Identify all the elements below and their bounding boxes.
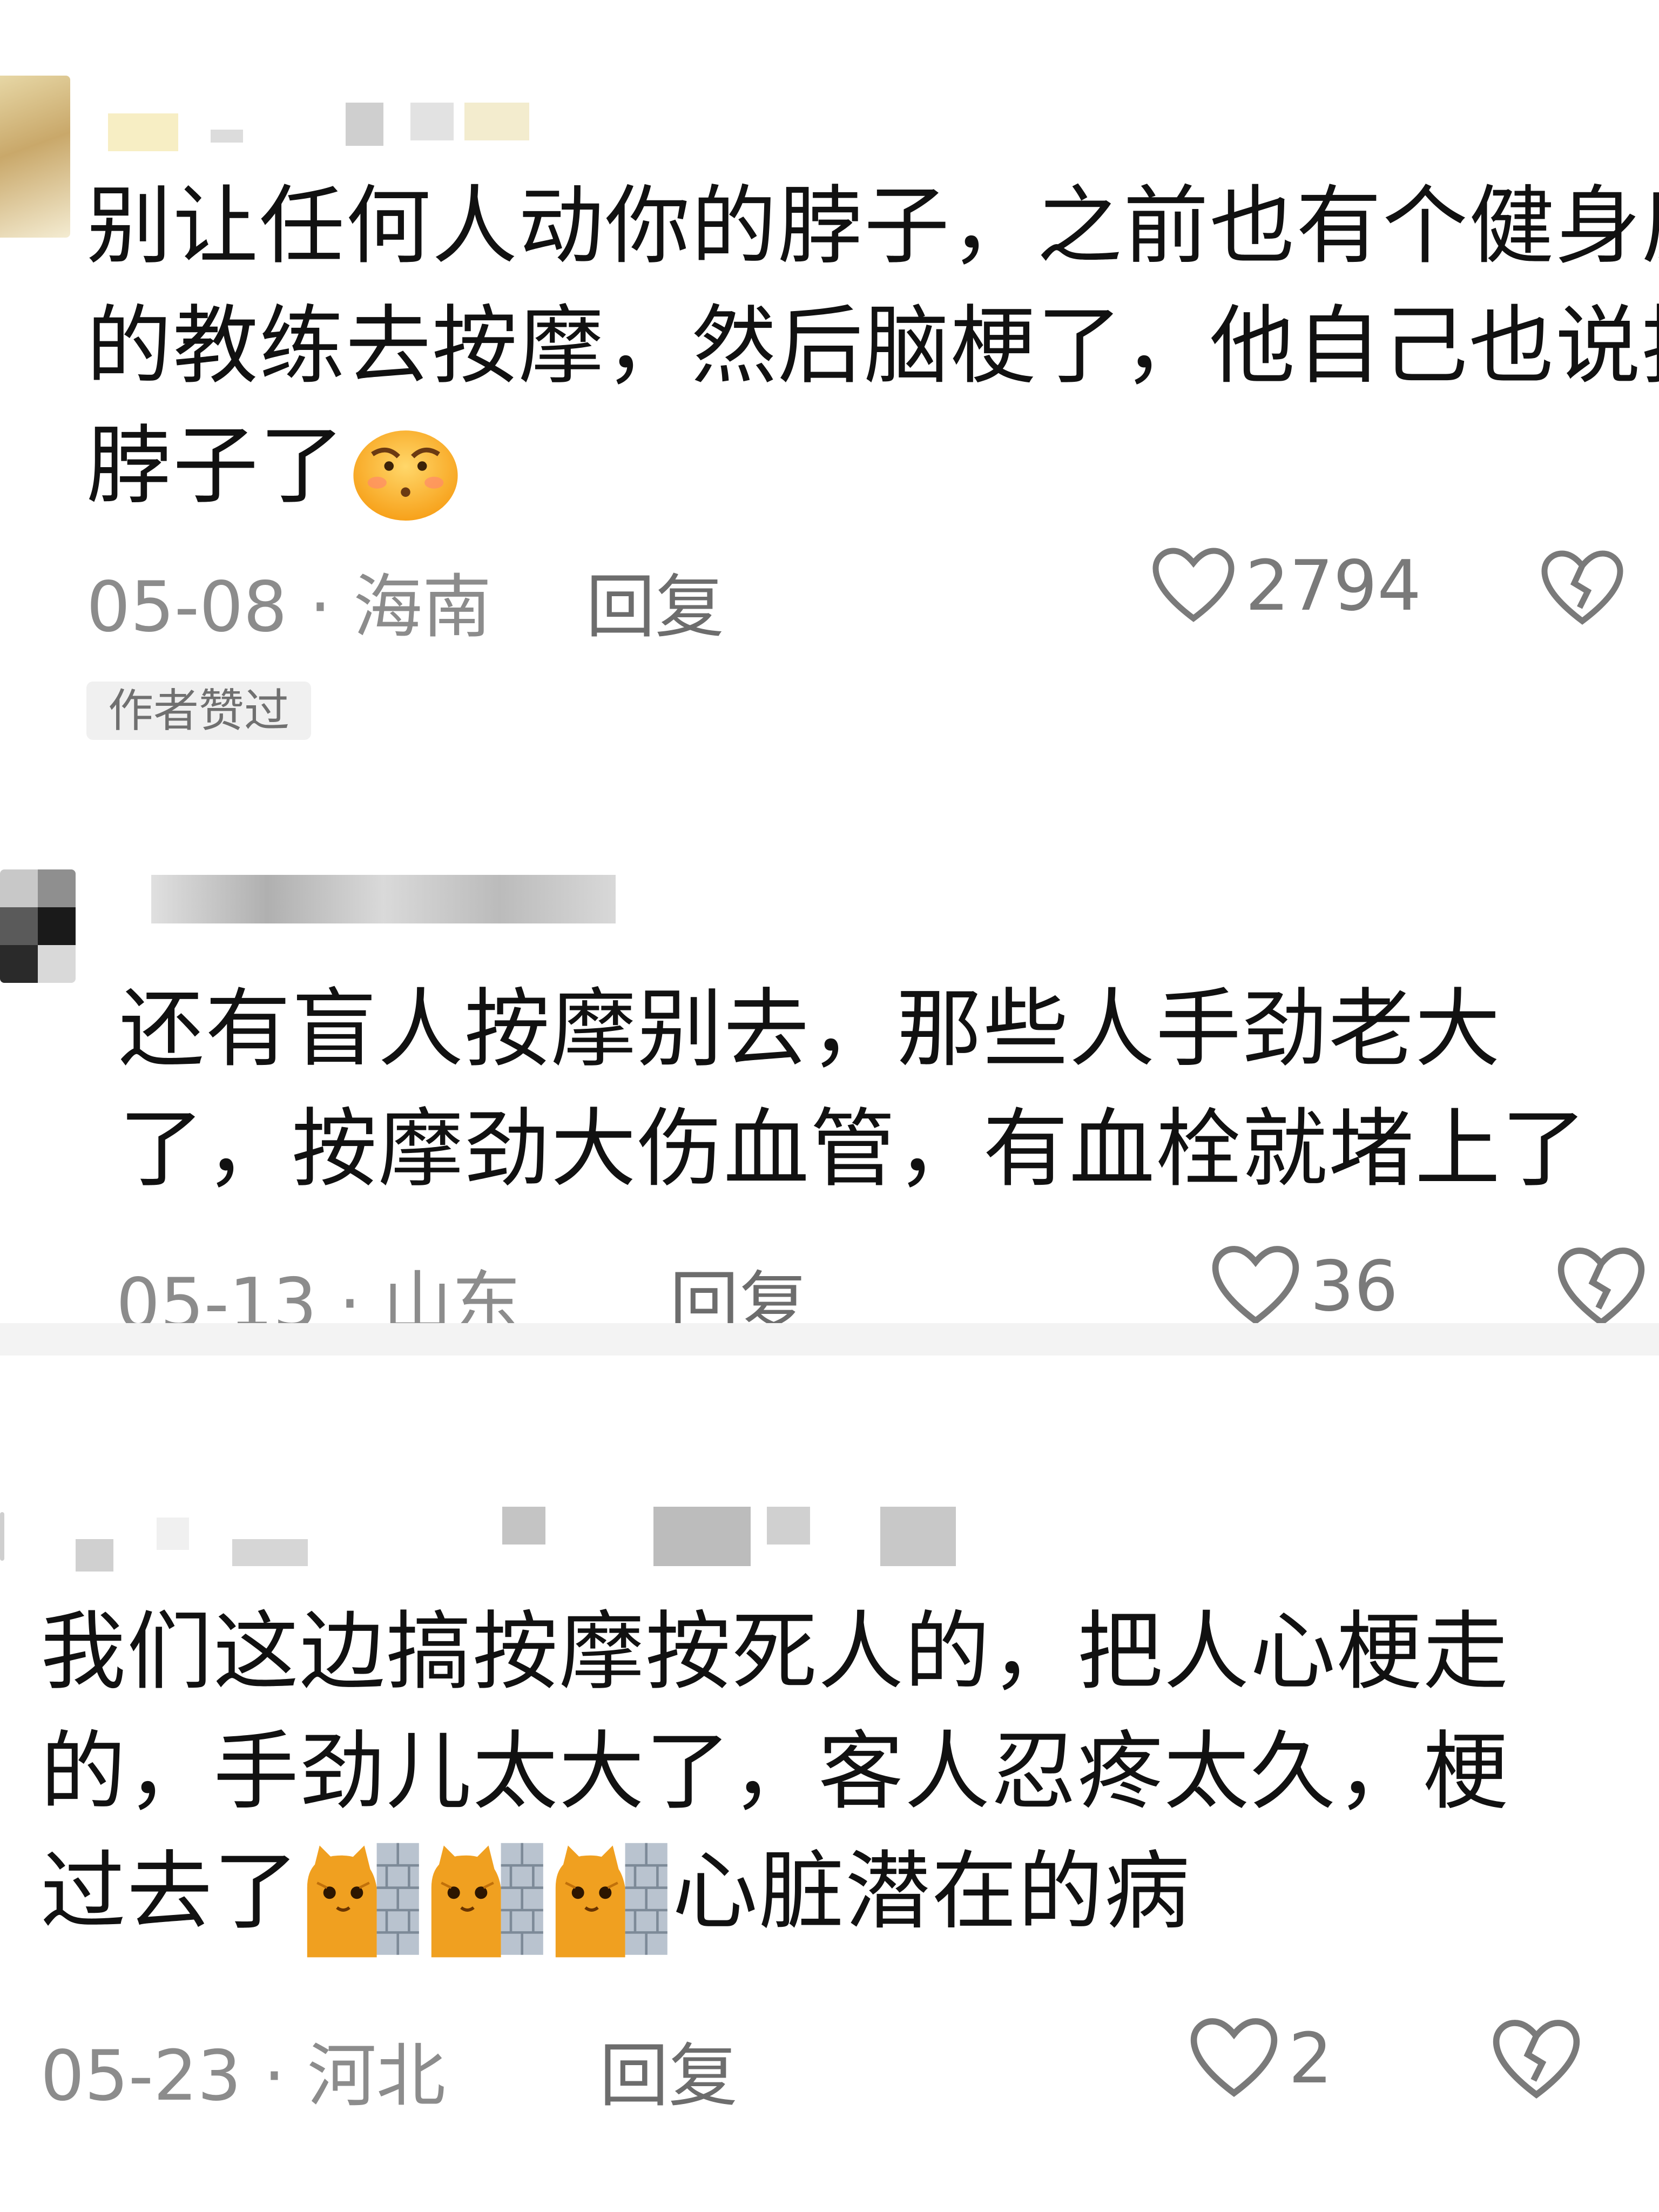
comment-line: 的教练去按摩，然后脑梗了，他自己也说按	[86, 296, 1659, 396]
reply-button[interactable]: 回复	[599, 2020, 738, 2120]
cat-behind-wall-emoji	[555, 1843, 667, 1957]
broken-heart-icon[interactable]	[1491, 2017, 1582, 2103]
comment-line: 我们这边搞按摩按死人的，把人心梗走	[41, 1602, 1509, 1702]
comment-card: 还有盲人按摩别去，那些人手劲老大 了，按摩劲大伤血管，有血栓就堵上了 05-13…	[0, 805, 1659, 1323]
comment-card: 我们这边搞按摩按死人的，把人心梗走 的，手劲儿太大了，客人忍疼太久，梗 过去了 心…	[0, 1355, 1659, 2212]
heart-icon	[1212, 1246, 1299, 1323]
like-count: 2	[1289, 2018, 1333, 2099]
comment-text: 还有盲人按摩别去，那些人手劲老大 了，按摩劲大伤血管，有血栓就堵上了	[119, 969, 1588, 1209]
reply-button[interactable]: 回复	[670, 1247, 808, 1323]
comment-meta: 05-13 · 山东	[116, 1247, 521, 1323]
comment-line: 的，手劲儿太大了，客人忍疼太久，梗	[41, 1722, 1509, 1822]
comment-line: 还有盲人按摩别去，那些人手劲老大	[119, 980, 1501, 1079]
like-count: 36	[1310, 1246, 1398, 1324]
comment-line: 了，按摩劲大伤血管，有血栓就堵上了	[119, 1100, 1588, 1199]
dizzy-face-emoji	[353, 430, 458, 521]
meta-separator: ·	[263, 2036, 307, 2116]
like-count: 2794	[1245, 545, 1421, 626]
like-button[interactable]: 2794	[1150, 545, 1421, 626]
meta-separator: ·	[339, 1264, 383, 1323]
comment-location: 山东	[383, 1264, 522, 1323]
username-blurred[interactable]	[151, 869, 637, 929]
heart-icon	[1190, 2018, 1278, 2098]
username-blurred[interactable]	[108, 92, 540, 151]
comment-line: 心脏潜在的病	[672, 1842, 1191, 1941]
reply-button[interactable]: 回复	[586, 551, 724, 651]
comment-card: 别让任何人动你的脖子，之前也有个健身房 的教练去按摩，然后脑梗了，他自己也说按 …	[0, 0, 1659, 740]
comment-location: 河北	[307, 2036, 446, 2116]
comment-text: 我们这边搞按摩按死人的，把人心梗走 的，手劲儿太大了，客人忍疼太久，梗 过去了 心…	[41, 1592, 1509, 1957]
comment-date: 05-23	[41, 2036, 241, 2116]
comment-meta: 05-23 · 河北	[41, 2020, 446, 2120]
comment-meta: 05-08 · 海南	[86, 551, 491, 651]
comment-location: 海南	[353, 567, 492, 648]
comment-line: 过去了	[41, 1842, 300, 1941]
broken-heart-icon[interactable]	[1539, 548, 1626, 629]
comment-date: 05-08	[86, 567, 287, 648]
comment-line: 别让任何人动你的脖子，之前也有个健身房	[86, 177, 1659, 276]
comment-line: 脖子了	[86, 416, 346, 516]
cat-behind-wall-emoji	[431, 1843, 543, 1957]
avatar[interactable]	[0, 1512, 4, 1561]
author-liked-tag: 作者赞过	[86, 682, 312, 740]
broken-heart-icon[interactable]	[1555, 1245, 1647, 1323]
avatar[interactable]	[0, 869, 76, 983]
comment-text: 别让任何人动你的脖子，之前也有个健身房 的教练去按摩，然后脑梗了，他自己也说按 …	[86, 166, 1659, 526]
heart-icon	[1152, 548, 1235, 622]
cat-behind-wall-emoji	[307, 1843, 419, 1957]
like-button[interactable]: 2	[1188, 2015, 1332, 2102]
divider	[0, 1323, 1659, 1355]
meta-separator: ·	[309, 567, 353, 648]
avatar[interactable]	[0, 76, 70, 238]
like-button[interactable]: 36	[1210, 1243, 1398, 1323]
comment-date: 05-13	[116, 1264, 317, 1323]
username-blurred[interactable]	[76, 1507, 1021, 1577]
